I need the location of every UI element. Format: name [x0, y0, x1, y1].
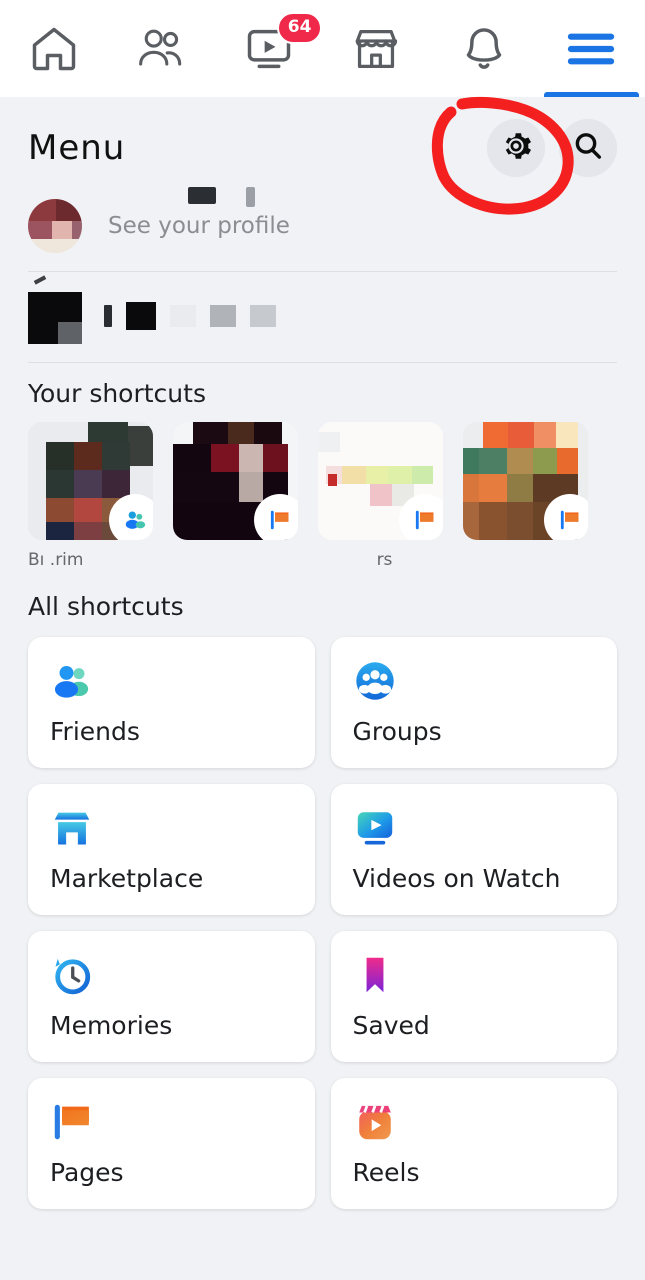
shortcut-tile-videos-on-watch[interactable]: Videos on Watch — [330, 784, 617, 915]
header-actions — [487, 119, 617, 177]
shortcut-thumbnail — [173, 422, 298, 540]
redacted-avatar — [28, 275, 84, 344]
your-shortcuts-list: Bı .rim rs — [0, 418, 645, 576]
shortcut-thumbnail — [318, 422, 443, 540]
shortcut-tile-label: Groups — [352, 717, 442, 746]
memories-clock-icon — [50, 953, 94, 997]
search-icon — [571, 129, 605, 167]
shortcut-tile-saved[interactable]: Saved — [330, 931, 617, 1062]
watch-video-icon — [353, 806, 397, 850]
shortcut-thumbnail — [463, 422, 588, 540]
shortcut-tile-friends[interactable]: Friends — [28, 637, 315, 768]
shortcut-label — [173, 550, 306, 576]
menu-header: Menu — [0, 97, 645, 185]
menu-hamburger-icon — [564, 29, 618, 69]
shortcut-tile-pages[interactable]: Pages — [28, 1078, 315, 1209]
profile-row[interactable]: See your profile — [0, 185, 645, 271]
shortcut-item[interactable] — [173, 422, 306, 576]
reels-clapper-icon — [353, 1100, 397, 1144]
profile-text: See your profile — [98, 187, 617, 239]
nav-item-marketplace[interactable] — [323, 0, 431, 97]
see-your-profile-label: See your profile — [108, 213, 290, 239]
shortcut-label — [463, 550, 596, 576]
shortcut-tile-label: Pages — [50, 1158, 124, 1187]
shortcut-item[interactable] — [463, 422, 596, 576]
nav-item-watch[interactable]: 64 — [215, 0, 323, 97]
groups-circle-icon — [353, 659, 397, 703]
marketplace-icon — [350, 23, 402, 75]
friends-people-icon — [50, 659, 94, 703]
pages-badge-icon — [256, 496, 298, 540]
all-shortcuts-title: All shortcuts — [28, 592, 184, 621]
shortcut-item[interactable]: rs — [318, 422, 451, 576]
shortcut-tile-groups[interactable]: Groups — [330, 637, 617, 768]
redacted-secondary-row[interactable] — [0, 272, 645, 362]
shortcut-tile-label: Friends — [50, 717, 140, 746]
pages-badge-icon — [401, 496, 443, 540]
pages-flag-icon — [50, 1100, 94, 1144]
home-icon — [28, 23, 80, 75]
nav-item-notifications[interactable] — [430, 0, 538, 97]
pages-badge-icon — [546, 496, 588, 540]
settings-button[interactable] — [487, 119, 545, 177]
page-title: Menu — [28, 128, 126, 168]
nav-item-home[interactable] — [0, 0, 108, 97]
shortcut-thumbnail — [28, 422, 153, 540]
groups-badge-icon — [111, 496, 153, 540]
shortcut-tile-label: Saved — [352, 1011, 430, 1040]
search-button[interactable] — [559, 119, 617, 177]
shortcut-label: Bı .rim — [28, 550, 84, 570]
gear-icon — [499, 129, 533, 167]
all-shortcuts-grid: Friends Groups Marketplace Videos on Wat… — [0, 631, 645, 1229]
nav-item-friends[interactable] — [108, 0, 216, 97]
your-shortcuts-title: Your shortcuts — [28, 379, 206, 408]
shortcut-tile-label: Memories — [50, 1011, 173, 1040]
friends-icon — [134, 22, 188, 76]
saved-bookmark-icon — [353, 953, 397, 997]
shortcut-tile-label: Reels — [352, 1158, 420, 1187]
shortcut-tile-memories[interactable]: Memories — [28, 931, 315, 1062]
shortcut-tile-reels[interactable]: Reels — [330, 1078, 617, 1209]
profile-name-redaction — [188, 187, 255, 207]
shortcut-item[interactable]: Bı .rim — [28, 422, 161, 576]
avatar — [28, 199, 82, 253]
notifications-bell-icon — [458, 23, 510, 75]
shortcut-tile-marketplace[interactable]: Marketplace — [28, 784, 315, 915]
shortcut-tile-label: Marketplace — [50, 864, 204, 893]
nav-item-menu[interactable] — [538, 0, 645, 97]
shortcut-tile-label: Videos on Watch — [352, 864, 561, 893]
watch-unread-badge: 64 — [276, 12, 323, 44]
shortcut-label: rs — [376, 550, 393, 570]
marketplace-storefront-icon — [50, 806, 94, 850]
top-navigation-bar: 64 — [0, 0, 645, 97]
